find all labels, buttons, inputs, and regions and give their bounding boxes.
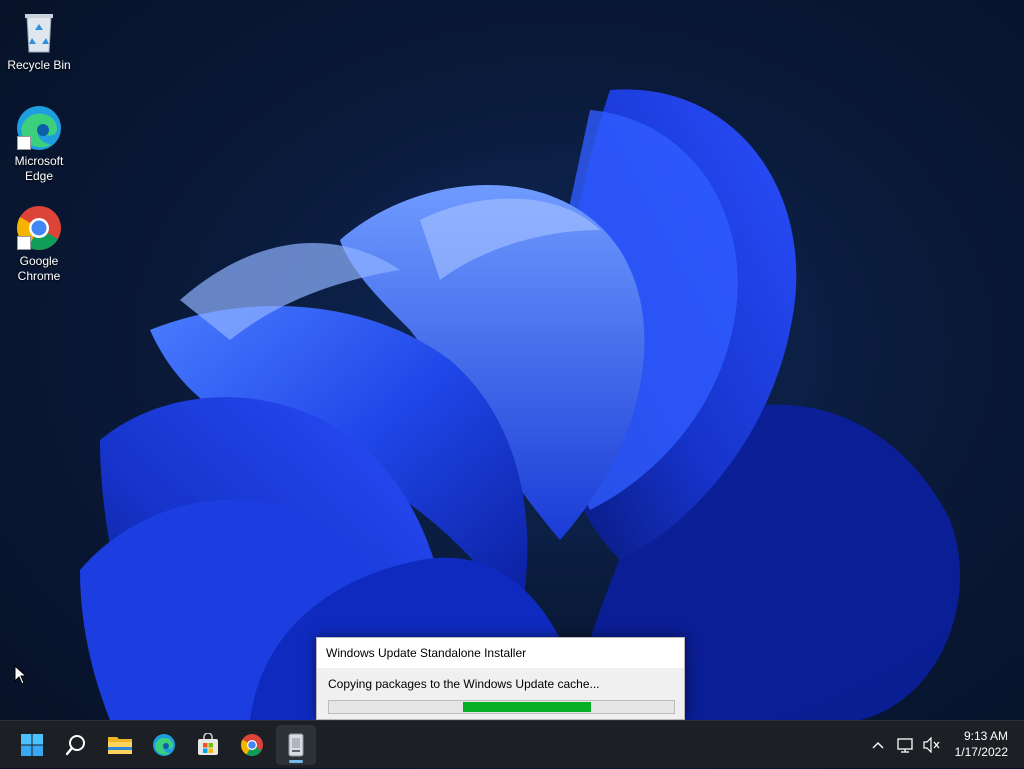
desktop-icon-label: Recycle Bin [7, 58, 71, 72]
progress-bar [328, 700, 675, 714]
edge-icon [153, 734, 175, 756]
file-explorer-icon [108, 737, 132, 754]
installer-dialog[interactable]: Windows Update Standalone Installer Copy… [316, 637, 685, 720]
wallpaper [80, 89, 960, 720]
edge-taskbar-button[interactable] [144, 725, 184, 765]
clock-time: 9:13 AM [963, 729, 1008, 743]
store-taskbar-button[interactable] [188, 725, 228, 765]
desktop-icon-label: Microsoft Edge [14, 154, 64, 183]
volume-muted-icon [923, 737, 940, 753]
clock-date: 1/17/2022 [954, 745, 1008, 759]
chrome-icon [15, 204, 63, 252]
progress-fill [463, 702, 591, 712]
show-hidden-icons-button[interactable] [866, 721, 890, 769]
chrome-taskbar-button[interactable] [232, 725, 272, 765]
shortcut-arrow-icon [17, 236, 31, 250]
installer-app-icon [288, 733, 304, 757]
microsoft-store-icon [198, 733, 218, 755]
network-status-button[interactable] [894, 721, 918, 769]
start-button[interactable] [12, 725, 52, 765]
edge-icon [15, 104, 63, 152]
clock[interactable]: 9:13 AM 1/17/2022 [955, 728, 1008, 760]
search-icon [65, 735, 85, 756]
desktop-icon-label: Google Chrome [17, 254, 61, 283]
volume-button[interactable] [920, 721, 944, 769]
mouse-cursor-icon [14, 665, 28, 685]
chevron-up-icon [872, 742, 884, 749]
installer-taskbar-button[interactable] [276, 725, 316, 765]
status-message: Copying packages to the Windows Update c… [328, 677, 600, 691]
taskbar: 9:13 AM 1/17/2022 [0, 720, 1024, 768]
recycle-bin-icon [15, 8, 63, 56]
desktop-icon-recycle-bin[interactable]: Recycle Bin [4, 8, 74, 73]
shortcut-arrow-icon [17, 136, 31, 150]
desktop-icon-google-chrome[interactable]: Google Chrome [4, 204, 74, 284]
network-icon [897, 738, 913, 753]
search-button[interactable] [56, 725, 96, 765]
dialog-title: Windows Update Standalone Installer [317, 638, 684, 668]
file-explorer-button[interactable] [100, 725, 140, 765]
chrome-icon [241, 734, 263, 756]
windows-start-icon [21, 734, 43, 756]
active-app-indicator [289, 760, 303, 763]
desktop-icon-microsoft-edge[interactable]: Microsoft Edge [4, 104, 74, 184]
